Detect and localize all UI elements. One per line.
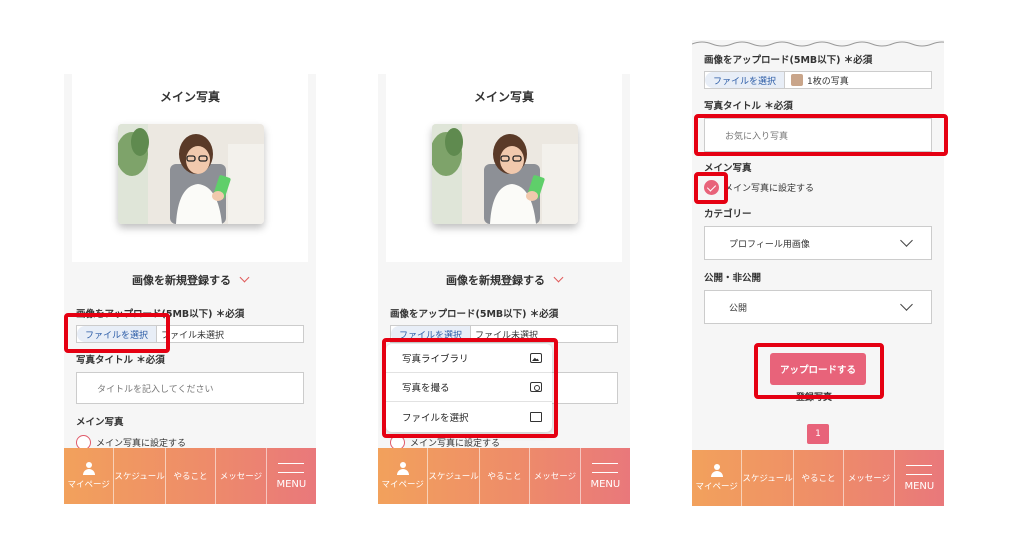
nav-message[interactable]: メッセージ xyxy=(530,448,581,504)
file-input[interactable]: ファイルを選択 1枚の写真 xyxy=(704,71,932,89)
nav-mypage[interactable]: マイページ xyxy=(64,448,115,504)
hamburger-icon xyxy=(278,462,305,473)
nav-mypage-label: マイページ xyxy=(67,480,110,490)
user-icon xyxy=(82,462,95,475)
nav-message-label: メッセージ xyxy=(847,474,891,484)
title-label: 写真タイトル ＊必須 xyxy=(704,101,793,112)
nav-todo-label: やること xyxy=(173,472,208,482)
visibility-select[interactable]: 公開 xyxy=(704,290,932,324)
main-photo-image xyxy=(118,124,264,224)
nav-schedule-label: スケジュール xyxy=(742,474,793,484)
phone-screen-1: メイン写真 画像を新規登録する 画像をアップロード(5MB以下) ＊必須 ファイ… xyxy=(64,74,316,504)
phone-screen-3: 画像をアップロード(5MB以下) ＊必須 ファイルを選択 1枚の写真 写真タイト… xyxy=(692,40,944,506)
nav-message-label: メッセージ xyxy=(219,472,263,482)
card-title: メイン写真 xyxy=(159,90,220,104)
nav-mypage-label: マイページ xyxy=(381,480,424,490)
nav-mypage[interactable]: マイページ xyxy=(378,448,429,504)
card-title: メイン写真 xyxy=(473,90,534,104)
bottom-nav: マイページ スケジュール やること メッセージ MENU xyxy=(378,448,630,504)
category-value: プロフィール用画像 xyxy=(729,239,810,250)
nav-menu[interactable]: MENU xyxy=(581,448,630,504)
highlight-upload-button xyxy=(754,343,884,399)
upload-label: 画像をアップロード(5MB以下) ＊必須 xyxy=(704,55,873,66)
user-icon xyxy=(396,462,409,475)
main-photo-card: メイン写真 xyxy=(386,74,622,262)
bottom-nav: マイページ スケジュール やること メッセージ MENU xyxy=(692,450,944,506)
photo-illustration xyxy=(118,124,264,224)
nav-schedule-label: スケジュール xyxy=(428,472,479,482)
main-photo-card: メイン写真 xyxy=(72,74,308,262)
nav-menu-label: MENU xyxy=(590,478,621,490)
phone-screen-2: メイン写真 画像を新規登録する 画像をアップロード(5MB以下) ＊必須 ファイ… xyxy=(378,74,630,504)
nav-schedule[interactable]: スケジュール xyxy=(114,448,166,504)
highlight-choose-file xyxy=(64,313,170,353)
nav-schedule[interactable]: スケジュール xyxy=(742,450,794,506)
chevron-down-icon xyxy=(553,272,564,283)
main-photo-check-label: メイン写真に設定する xyxy=(724,184,815,194)
nav-menu-label: MENU xyxy=(904,480,935,492)
nav-schedule-label: スケジュール xyxy=(114,472,165,482)
nav-todo[interactable]: やること xyxy=(166,448,217,504)
upload-label: 画像をアップロード(5MB以下) ＊必須 xyxy=(390,309,559,320)
highlight-title-input xyxy=(694,114,948,156)
hamburger-icon xyxy=(592,462,619,473)
nav-message[interactable]: メッセージ xyxy=(216,448,267,504)
photo-illustration xyxy=(432,124,578,224)
category-select[interactable]: プロフィール用画像 xyxy=(704,226,932,260)
photo-thumbnail xyxy=(791,74,804,86)
register-new-toggle[interactable]: 画像を新規登録する xyxy=(378,272,630,288)
wavy-edge xyxy=(692,41,944,47)
chevron-down-icon xyxy=(900,298,913,311)
register-new-toggle[interactable]: 画像を新規登録する xyxy=(64,272,316,288)
hamburger-icon xyxy=(906,464,933,475)
choose-file-button[interactable]: ファイルを選択 xyxy=(705,72,786,88)
highlight-file-popup xyxy=(382,338,558,438)
register-label: 画像を新規登録する xyxy=(446,274,545,287)
nav-menu-label: MENU xyxy=(276,478,307,490)
highlight-main-check xyxy=(694,172,728,204)
category-label: カテゴリー xyxy=(704,209,752,220)
user-icon xyxy=(710,464,723,477)
file-status: 1枚の写真 xyxy=(807,76,849,87)
nav-mypage[interactable]: マイページ xyxy=(692,450,743,506)
chevron-down-icon xyxy=(900,234,913,247)
nav-mypage-label: マイページ xyxy=(695,482,738,492)
nav-schedule[interactable]: スケジュール xyxy=(428,448,480,504)
nav-menu[interactable]: MENU xyxy=(267,448,316,504)
nav-message[interactable]: メッセージ xyxy=(844,450,895,506)
visibility-value: 公開 xyxy=(729,303,748,314)
visibility-label: 公開・非公開 xyxy=(704,273,762,284)
nav-todo-label: やること xyxy=(801,474,836,484)
title-label: 写真タイトル ＊必須 xyxy=(76,355,165,366)
register-label: 画像を新規登録する xyxy=(132,274,231,287)
main-photo-image xyxy=(432,124,578,224)
main-photo-label: メイン写真 xyxy=(76,417,124,428)
pagination-page[interactable]: 1 xyxy=(807,424,829,444)
chevron-down-icon xyxy=(239,272,250,283)
nav-menu[interactable]: MENU xyxy=(895,450,944,506)
bottom-nav: マイページ スケジュール やること メッセージ MENU xyxy=(64,448,316,504)
nav-message-label: メッセージ xyxy=(533,472,577,482)
nav-todo[interactable]: やること xyxy=(480,448,531,504)
nav-todo[interactable]: やること xyxy=(794,450,845,506)
nav-todo-label: やること xyxy=(487,472,522,482)
title-input[interactable]: タイトルを記入してください xyxy=(76,372,304,404)
